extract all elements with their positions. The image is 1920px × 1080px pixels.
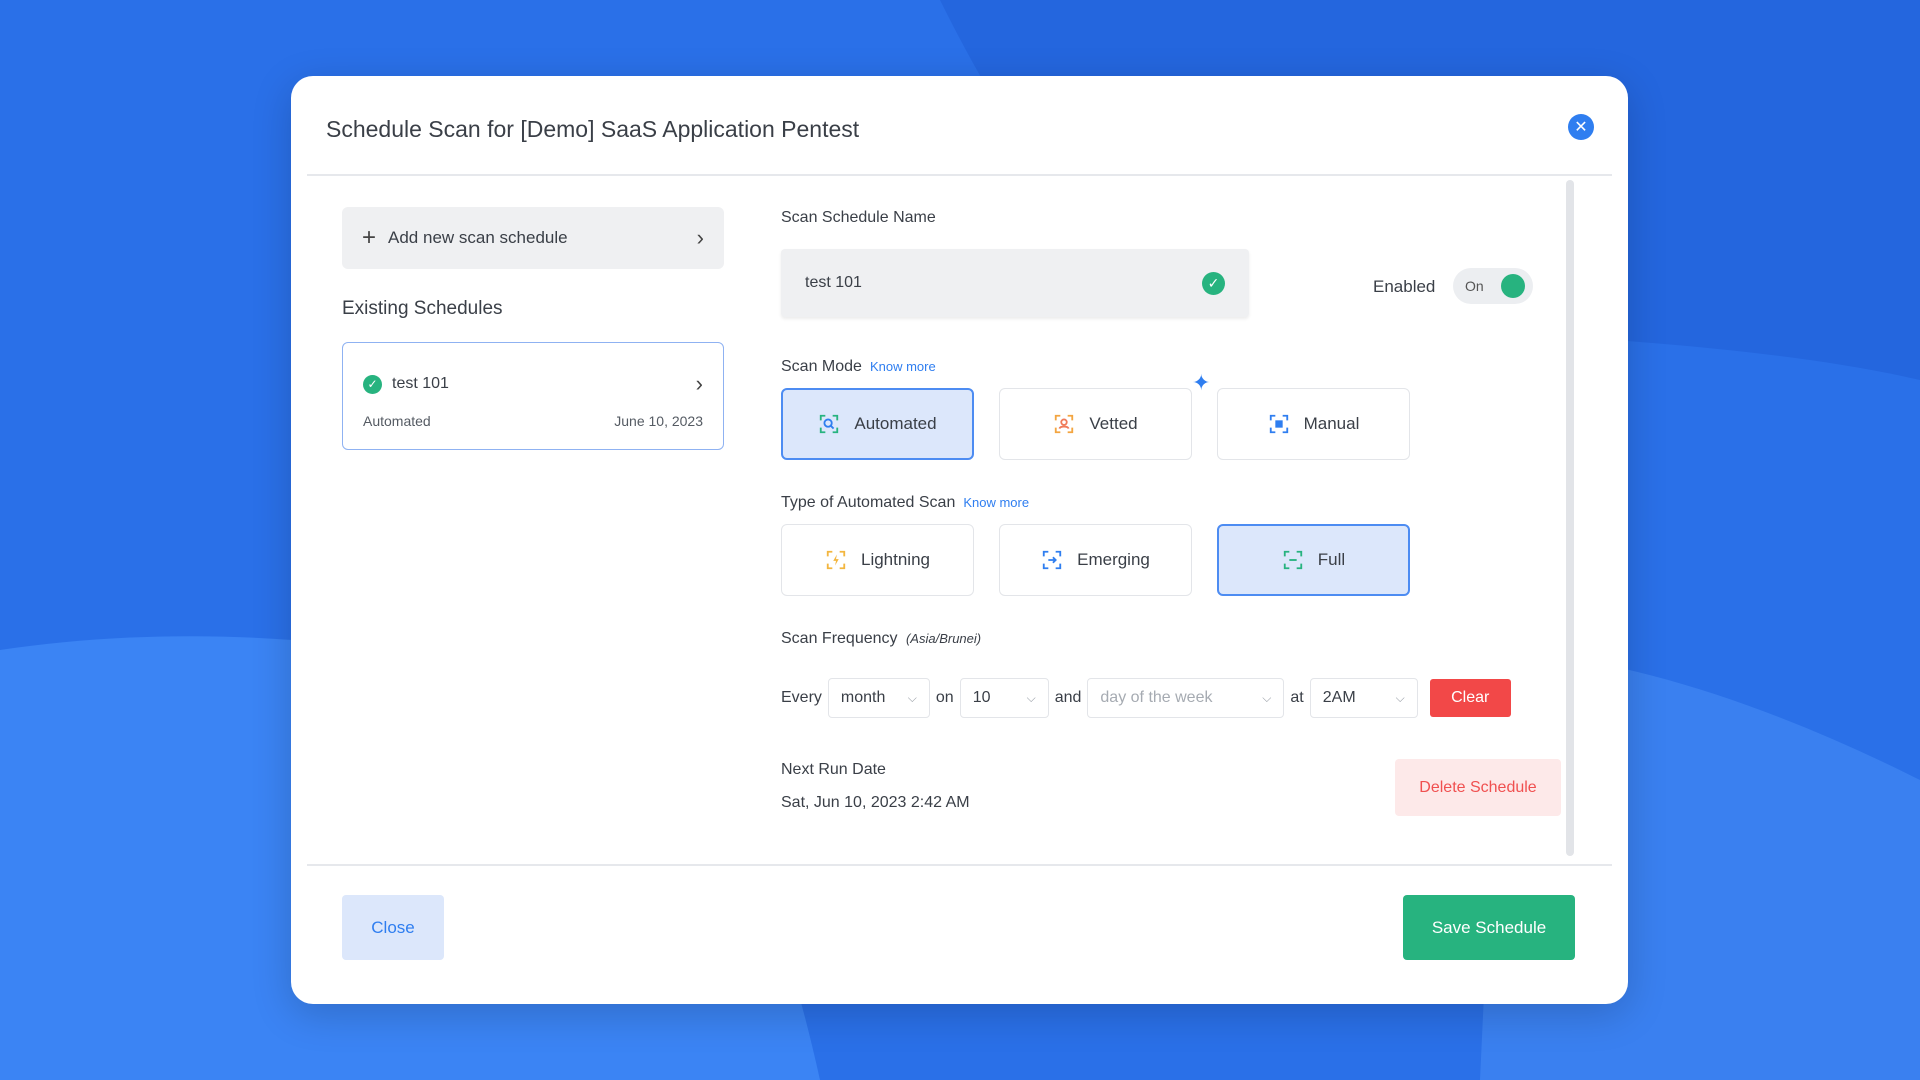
check-circle-icon: ✓ [1202, 272, 1225, 295]
close-button[interactable]: Close [342, 895, 444, 960]
every-select[interactable]: month ⌵ [828, 678, 930, 718]
schedule-modal: Schedule Scan for [Demo] SaaS Applicatio… [291, 76, 1628, 1004]
toggle-knob [1501, 274, 1525, 298]
scan-frequency-label-text: Scan Frequency [781, 630, 898, 647]
on-label: on [936, 689, 954, 707]
scan-type-lightning-label: Lightning [861, 550, 930, 570]
scan-mode-vetted[interactable]: Vetted [999, 388, 1192, 460]
scan-lightning-icon [825, 549, 847, 571]
enabled-toggle[interactable]: On [1453, 268, 1533, 304]
scan-type-label: Type of Automated Scan Know more [781, 494, 1029, 512]
modal-title: Schedule Scan for [Demo] SaaS Applicatio… [326, 116, 859, 143]
clear-button[interactable]: Clear [1430, 679, 1511, 717]
scan-mode-label: Scan Mode Know more [781, 358, 936, 376]
day-of-week-placeholder: day of the week [1100, 689, 1212, 707]
next-run-label: Next Run Date [781, 761, 886, 779]
scan-type-know-more-link[interactable]: Know more [963, 495, 1029, 510]
frequency-row: Every month ⌵ on 10 ⌵ and day of the wee… [781, 678, 1511, 718]
add-new-schedule-button[interactable]: + Add new scan schedule › [342, 207, 724, 269]
save-schedule-button[interactable]: Save Schedule [1403, 895, 1575, 960]
scan-frequency-label: Scan Frequency (Asia/Brunei) [781, 630, 981, 648]
and-label: and [1055, 689, 1082, 707]
schedule-name-field[interactable]: ✓ [781, 249, 1249, 317]
scan-mode-manual-label: Manual [1304, 414, 1360, 434]
scan-manual-icon [1268, 413, 1290, 435]
scan-type-emerging[interactable]: Emerging [999, 524, 1192, 596]
every-label: Every [781, 689, 822, 707]
scan-mode-vetted-label: Vetted [1089, 414, 1137, 434]
scan-type-full-label: Full [1318, 550, 1345, 570]
scan-mode-automated-label: Automated [854, 414, 936, 434]
plus-icon: + [362, 226, 376, 250]
scan-type-label-text: Type of Automated Scan [781, 494, 955, 511]
chevron-down-icon: ⌵ [1396, 691, 1405, 706]
scan-type-emerging-label: Emerging [1077, 550, 1150, 570]
scan-user-icon [1053, 413, 1075, 435]
toggle-text: On [1465, 278, 1484, 294]
scan-emerging-icon [1041, 549, 1063, 571]
schedule-date: June 10, 2023 [614, 413, 703, 429]
delete-schedule-button[interactable]: Delete Schedule [1395, 759, 1561, 816]
schedule-card[interactable]: ✓ test 101 › Automated June 10, 2023 [342, 342, 724, 450]
time-value: 2AM [1323, 689, 1356, 707]
on-select[interactable]: 10 ⌵ [960, 678, 1049, 718]
scan-mode-label-text: Scan Mode [781, 358, 862, 375]
every-value: month [841, 689, 885, 707]
scan-mode-automated[interactable]: Automated [781, 388, 974, 460]
scan-full-icon [1282, 549, 1304, 571]
chevron-down-icon: ⌵ [908, 691, 917, 706]
scan-type-full[interactable]: Full [1217, 524, 1410, 596]
chevron-right-icon: › [696, 371, 703, 397]
add-new-schedule-label: Add new scan schedule [388, 228, 568, 248]
scan-mode-manual[interactable]: Manual [1217, 388, 1410, 460]
chevron-down-icon: ⌵ [1262, 691, 1271, 706]
schedule-name-label: Scan Schedule Name [781, 209, 936, 227]
at-label: at [1290, 689, 1303, 707]
close-circle-icon[interactable]: ✕ [1568, 114, 1594, 140]
scan-mode-know-more-link[interactable]: Know more [870, 359, 936, 374]
enabled-label: Enabled [1373, 277, 1435, 297]
footer-divider [307, 864, 1612, 866]
timezone-label: (Asia/Brunei) [906, 631, 981, 646]
sparkle-icon: ✦ [1192, 370, 1210, 396]
day-of-week-select[interactable]: day of the week ⌵ [1087, 678, 1284, 718]
chevron-right-icon: › [697, 225, 704, 251]
chevron-down-icon: ⌵ [1027, 691, 1036, 706]
scan-search-icon [818, 413, 840, 435]
schedule-name: test 101 [392, 375, 449, 393]
scan-type-lightning[interactable]: Lightning [781, 524, 974, 596]
time-select[interactable]: 2AM ⌵ [1310, 678, 1418, 718]
existing-schedules-title: Existing Schedules [342, 298, 503, 320]
next-run-value: Sat, Jun 10, 2023 2:42 AM [781, 794, 970, 812]
check-circle-icon: ✓ [363, 375, 382, 394]
schedule-mode: Automated [363, 413, 431, 429]
on-value: 10 [973, 689, 991, 707]
scrollbar[interactable] [1566, 180, 1574, 856]
schedule-name-input[interactable] [805, 274, 1202, 292]
